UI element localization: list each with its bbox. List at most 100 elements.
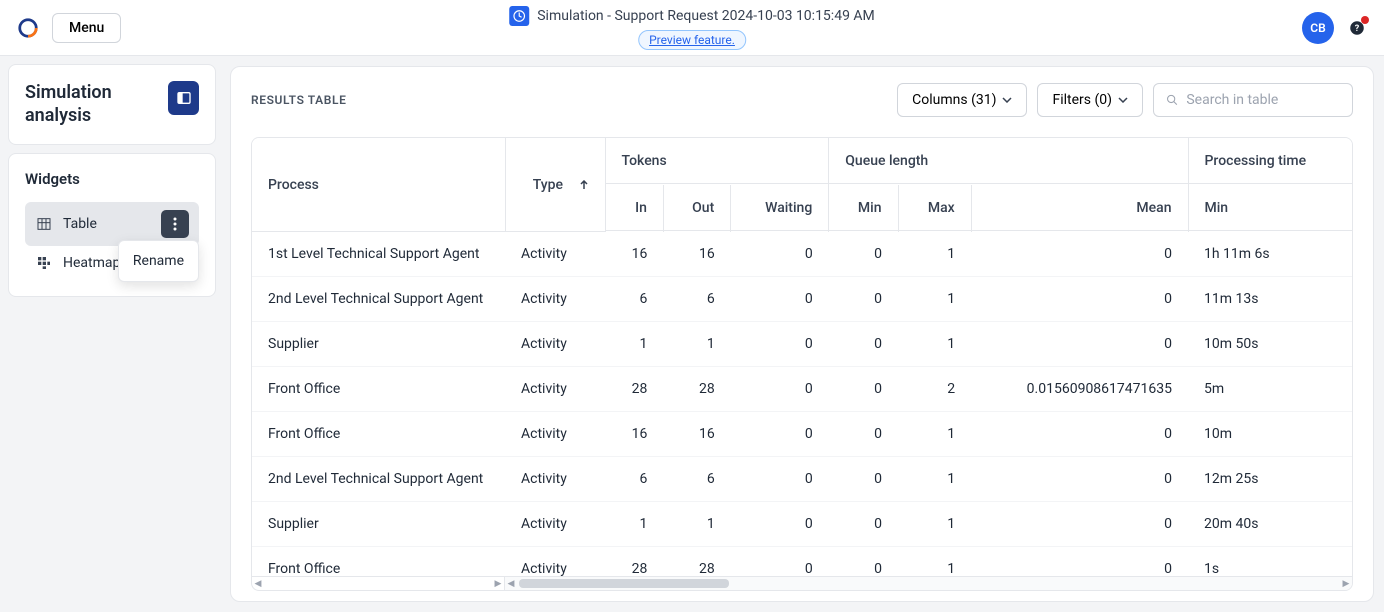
- cell-process: Supplier: [252, 502, 505, 547]
- cell-type: Activity: [505, 457, 605, 502]
- cell-in: 1: [605, 322, 663, 367]
- widget-label: Table: [63, 216, 97, 232]
- cell-waiting: 0: [731, 502, 829, 547]
- scroll-left-icon[interactable]: ◀: [505, 577, 517, 591]
- cell-qmax: 1: [898, 457, 971, 502]
- horizontal-scrollbar[interactable]: ◀ ▶ ◀ ▶: [252, 576, 1352, 590]
- page-title: Simulation - Support Request 2024-10-03 …: [537, 8, 875, 24]
- rename-menu-item[interactable]: Rename: [119, 245, 198, 277]
- cell-type: Activity: [505, 277, 605, 322]
- col-group-queue: Queue length: [829, 139, 1187, 184]
- col-tokens-waiting[interactable]: Waiting: [731, 186, 828, 231]
- cell-pmin: 1s: [1188, 547, 1352, 577]
- cell-pmin: 10m 50s: [1188, 322, 1352, 367]
- cell-out: 16: [663, 412, 730, 457]
- col-group-processing: Processing time: [1189, 139, 1353, 184]
- widget-label: Heatmap: [63, 255, 120, 271]
- cell-waiting: 0: [731, 232, 829, 277]
- cell-qmean: 0: [971, 232, 1188, 277]
- chevron-down-icon: [1118, 97, 1128, 103]
- cell-process: 1st Level Technical Support Agent: [252, 232, 505, 277]
- cell-process: Front Office: [252, 367, 505, 412]
- simulation-icon: [509, 6, 529, 26]
- cell-qmean: 0: [971, 502, 1188, 547]
- col-group-tokens: Tokens: [606, 139, 829, 184]
- chevron-down-icon: [1002, 97, 1012, 103]
- col-process[interactable]: Process: [252, 138, 505, 232]
- cell-pmin: 10m: [1188, 412, 1352, 457]
- col-queue-max[interactable]: Max: [899, 186, 971, 231]
- cell-out: 6: [663, 277, 730, 322]
- menu-button[interactable]: Menu: [52, 13, 121, 43]
- table-row[interactable]: Front OfficeActivity28280020.01560908617…: [252, 367, 1352, 412]
- cell-qmin: 0: [829, 232, 898, 277]
- cell-qmax: 1: [898, 547, 971, 577]
- search-box[interactable]: [1153, 83, 1353, 117]
- table-row[interactable]: SupplierActivity11001020m 40s: [252, 502, 1352, 547]
- cell-pmin: 12m 25s: [1188, 457, 1352, 502]
- scroll-right-icon[interactable]: ▶: [1340, 577, 1352, 591]
- col-type[interactable]: Type: [506, 138, 605, 232]
- cell-in: 6: [605, 277, 663, 322]
- results-card: RESULTS TABLE Columns (31) Filters (0): [230, 66, 1374, 602]
- scroll-left-icon[interactable]: ◀: [252, 577, 264, 591]
- widget-menu-button[interactable]: [161, 210, 189, 238]
- cell-qmin: 0: [829, 277, 898, 322]
- cell-qmin: 0: [829, 457, 898, 502]
- cell-in: 16: [605, 232, 663, 277]
- filters-button[interactable]: Filters (0): [1037, 83, 1143, 117]
- table-row[interactable]: SupplierActivity11001010m 50s: [252, 322, 1352, 367]
- table-row[interactable]: 1st Level Technical Support AgentActivit…: [252, 232, 1352, 277]
- svg-text:?: ?: [1355, 24, 1360, 34]
- notification-dot-icon: [1361, 16, 1369, 24]
- help-button[interactable]: ?: [1346, 17, 1368, 39]
- col-tokens-out[interactable]: Out: [664, 186, 730, 231]
- search-icon: [1166, 93, 1178, 107]
- results-table: Process Type Tokens Queue length Process…: [251, 137, 1353, 591]
- cell-qmin: 0: [829, 502, 898, 547]
- sidebar-collapse-button[interactable]: [168, 81, 199, 115]
- cell-pmin: 1h 11m 6s: [1188, 232, 1352, 277]
- col-tokens-in[interactable]: In: [606, 186, 663, 231]
- col-queue-min[interactable]: Min: [829, 186, 897, 231]
- columns-button[interactable]: Columns (31): [897, 83, 1027, 117]
- cell-qmean: 0.01560908617471635: [971, 367, 1188, 412]
- cell-qmean: 0: [971, 277, 1188, 322]
- cell-qmax: 1: [898, 232, 971, 277]
- cell-qmin: 0: [829, 547, 898, 577]
- table-row[interactable]: Front OfficeActivity282800101s: [252, 547, 1352, 577]
- table-row[interactable]: Front OfficeActivity1616001010m: [252, 412, 1352, 457]
- cell-pmin: 5m: [1188, 367, 1352, 412]
- col-proc-min[interactable]: Min: [1189, 186, 1353, 231]
- cell-type: Activity: [505, 322, 605, 367]
- cell-in: 16: [605, 412, 663, 457]
- table-row[interactable]: 2nd Level Technical Support AgentActivit…: [252, 277, 1352, 322]
- cell-waiting: 0: [731, 277, 829, 322]
- cell-out: 16: [663, 232, 730, 277]
- cell-in: 6: [605, 457, 663, 502]
- cell-pmin: 20m 40s: [1188, 502, 1352, 547]
- scroll-right-icon[interactable]: ▶: [492, 577, 504, 591]
- cell-qmax: 2: [898, 367, 971, 412]
- col-queue-mean[interactable]: Mean: [972, 186, 1188, 231]
- cell-waiting: 0: [731, 412, 829, 457]
- search-input[interactable]: [1186, 92, 1340, 108]
- cell-type: Activity: [505, 367, 605, 412]
- cell-type: Activity: [505, 232, 605, 277]
- preview-feature-link[interactable]: Preview feature.: [638, 30, 746, 50]
- cell-waiting: 0: [731, 457, 829, 502]
- scroll-thumb[interactable]: [519, 579, 729, 588]
- sort-asc-icon: [579, 180, 589, 190]
- cell-qmean: 0: [971, 412, 1188, 457]
- sidebar-title: Simulation analysis: [25, 81, 168, 128]
- widgets-heading: Widgets: [25, 170, 199, 188]
- widget-item-table[interactable]: Table Rename: [25, 202, 199, 246]
- cell-out: 28: [663, 367, 730, 412]
- results-title: RESULTS TABLE: [251, 93, 346, 107]
- cell-out: 1: [663, 502, 730, 547]
- user-avatar[interactable]: CB: [1302, 12, 1334, 44]
- table-row[interactable]: 2nd Level Technical Support AgentActivit…: [252, 457, 1352, 502]
- page-title-wrap: Simulation - Support Request 2024-10-03 …: [509, 6, 875, 50]
- cell-qmax: 1: [898, 502, 971, 547]
- cell-process: 2nd Level Technical Support Agent: [252, 457, 505, 502]
